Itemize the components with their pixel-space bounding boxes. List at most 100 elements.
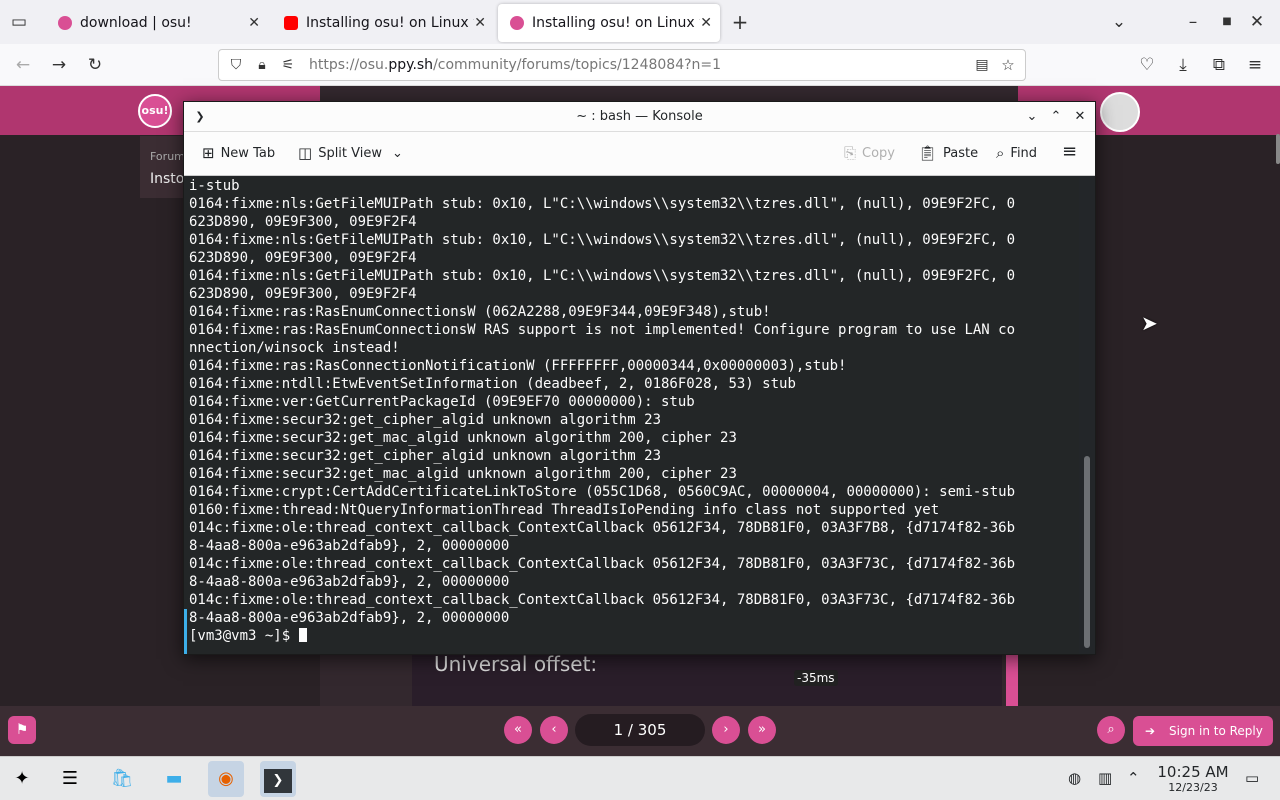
forward-arrow-icon[interactable]: → bbox=[46, 52, 72, 78]
download-icon[interactable]: ⤓ bbox=[1170, 52, 1196, 78]
paste-icon: 📋︎ bbox=[918, 144, 938, 162]
paste-button[interactable]: 📋︎ Paste bbox=[918, 144, 978, 162]
breadcrumb[interactable]: Forum bbox=[150, 150, 185, 163]
osu-favicon-icon bbox=[510, 16, 524, 30]
url-bar[interactable]: ⛉ 🔒︎ ⚟ https://osu.ppy.sh/community/foru… bbox=[218, 49, 1026, 81]
post-decoration bbox=[1006, 652, 1018, 708]
tab-download-osu[interactable]: download | osu! ✕ bbox=[46, 4, 268, 42]
clock-date: 12/23/23 bbox=[1168, 781, 1218, 794]
terminal-output[interactable]: i-stub 0164:fixme:nls:GetFileMUIPath stu… bbox=[184, 177, 1079, 654]
offset-label: Universal offset: bbox=[434, 652, 598, 676]
close-icon[interactable]: ✕ bbox=[1070, 107, 1090, 127]
bookmark-star-icon[interactable]: ☆ bbox=[995, 52, 1021, 78]
clipboard-icon[interactable]: ▥ bbox=[1098, 769, 1112, 787]
firefox-icon[interactable]: ◉ bbox=[208, 761, 244, 797]
reader-view-icon[interactable]: ▤ bbox=[969, 52, 995, 78]
tab-youtube[interactable]: Installing osu! on Linux w ✕ bbox=[272, 4, 494, 42]
prev-page-button[interactable]: ‹ bbox=[540, 716, 568, 744]
search-icon[interactable]: ⌕ bbox=[1097, 716, 1125, 744]
total-pages: 305 bbox=[637, 721, 667, 739]
url-text: https://osu.ppy.sh/community/forums/topi… bbox=[309, 57, 722, 73]
close-window-icon[interactable]: ✕ bbox=[1244, 9, 1270, 35]
page-scrollbar[interactable] bbox=[1276, 134, 1280, 164]
chevron-down-icon: ⌄ bbox=[392, 145, 403, 161]
terminal-cursor bbox=[298, 628, 307, 642]
sign-in-icon: ➔ bbox=[1145, 724, 1156, 738]
find-button[interactable]: ⌕ Find bbox=[996, 144, 1037, 162]
terminal-icon: ❯ bbox=[264, 769, 292, 793]
last-page-button[interactable]: » bbox=[748, 716, 776, 744]
application-launcher-icon[interactable]: ✦ bbox=[4, 761, 40, 797]
selection-marker bbox=[184, 645, 187, 654]
copy-label: Copy bbox=[862, 145, 895, 161]
tab-active-osu-forum[interactable]: Installing osu! on Linux w ✕ bbox=[498, 4, 720, 42]
taskbar: ✦ ☰ 🛍︎ ▬ ◉ ❯ ◍ ▥ ⌃ 10:25 AM 12/23/23 ▭ bbox=[0, 756, 1280, 800]
maximize-icon[interactable]: ■ bbox=[1214, 9, 1240, 35]
sign-in-to-reply-button[interactable]: ➔ Sign in to Reply bbox=[1133, 716, 1273, 746]
split-view-icon: ◫ bbox=[298, 144, 313, 162]
tab-list-chevron-icon[interactable]: ⌄ bbox=[1106, 9, 1132, 35]
avatar[interactable] bbox=[1100, 92, 1140, 132]
find-label: Find bbox=[1010, 145, 1038, 161]
minimize-icon[interactable]: ⌄ bbox=[1022, 107, 1042, 127]
paste-label: Paste bbox=[943, 145, 979, 161]
browser-tab-strip: ▭ download | osu! ✕ Installing osu! on L… bbox=[0, 0, 1280, 44]
pocket-icon[interactable]: ♡ bbox=[1134, 52, 1160, 78]
extensions-icon[interactable]: ⧉ bbox=[1206, 52, 1232, 78]
copy-button[interactable]: ⎘ Copy bbox=[844, 144, 895, 162]
window-title: ~ : bash — Konsole bbox=[576, 109, 703, 124]
terminal-text: i-stub 0164:fixme:nls:GetFileMUIPath stu… bbox=[189, 178, 1016, 644]
show-desktop-icon[interactable]: ▭ bbox=[1245, 769, 1259, 787]
clock-time: 10:25 AM bbox=[1157, 763, 1229, 781]
lock-icon[interactable]: 🔒︎ bbox=[249, 52, 275, 78]
new-tab-label: New Tab bbox=[220, 145, 276, 161]
topic-title: Insto bbox=[150, 171, 185, 187]
file-manager-icon[interactable]: ▬ bbox=[156, 761, 192, 797]
reply-label: Sign in to Reply bbox=[1169, 724, 1263, 738]
copy-icon: ⎘ bbox=[844, 144, 857, 162]
search-icon: ⌕ bbox=[996, 144, 1005, 162]
back-arrow-icon[interactable]: ← bbox=[10, 52, 36, 78]
split-view-label: Split View bbox=[318, 145, 382, 161]
system-settings-icon[interactable]: ☰ bbox=[52, 761, 88, 797]
close-icon[interactable]: ✕ bbox=[474, 15, 486, 31]
page-number-input[interactable]: 1 / 305 bbox=[575, 714, 705, 746]
tab-title: download | osu! bbox=[80, 15, 192, 31]
bookmark-button[interactable]: ⚑ bbox=[8, 716, 36, 744]
reload-icon[interactable]: ↻ bbox=[82, 52, 108, 78]
forum-pager-bar: ⚑ « ‹ 1 / 305 › » ⌕ ➔ Sign in to Reply bbox=[0, 706, 1280, 756]
tab-overview-icon[interactable]: ▭ bbox=[6, 9, 32, 35]
next-page-button[interactable]: › bbox=[712, 716, 740, 744]
close-icon[interactable]: ✕ bbox=[700, 15, 712, 31]
clock[interactable]: 10:25 AM 12/23/23 bbox=[1148, 763, 1238, 794]
hamburger-menu-icon[interactable]: ≡ bbox=[1062, 141, 1077, 162]
konsole-window[interactable]: ❯ ~ : bash — Konsole ⌄ ⌃ ✕ ⊞ New Tab ◫ Spl… bbox=[183, 101, 1096, 655]
mouse-pointer-icon: ➤ bbox=[1141, 311, 1158, 335]
tab-title: Installing osu! on Linux w bbox=[306, 15, 474, 31]
menu-hamburger-icon[interactable]: ≡ bbox=[1242, 52, 1268, 78]
post-screenshot-image: Universal offset: -35ms bbox=[412, 652, 1002, 712]
konsole-titlebar[interactable]: ❯ ~ : bash — Konsole ⌄ ⌃ ✕ bbox=[184, 102, 1095, 132]
osu-logo[interactable]: osu! bbox=[138, 94, 172, 128]
browser-navbar: ← → ↻ ⛉ 🔒︎ ⚟ https://osu.ppy.sh/communit… bbox=[0, 44, 1280, 86]
current-page: 1 bbox=[613, 721, 624, 739]
network-icon[interactable]: ◍ bbox=[1068, 769, 1081, 787]
discover-store-icon[interactable]: 🛍︎ bbox=[104, 761, 140, 797]
split-view-button[interactable]: ◫ Split View ⌄ bbox=[298, 144, 403, 162]
youtube-favicon-icon bbox=[284, 16, 298, 30]
konsole-taskbar-icon[interactable]: ❯ bbox=[260, 761, 296, 797]
maximize-icon[interactable]: ⌃ bbox=[1046, 107, 1066, 127]
minimize-icon[interactable]: – bbox=[1180, 9, 1206, 35]
osu-favicon-icon bbox=[58, 16, 72, 30]
scrollbar-thumb[interactable] bbox=[1084, 456, 1090, 648]
chevron-up-icon[interactable]: ⌃ bbox=[1127, 769, 1140, 787]
new-tab-button[interactable]: + bbox=[727, 9, 753, 35]
terminal-scrollbar[interactable] bbox=[1081, 178, 1093, 654]
konsole-toolbar: ⊞ New Tab ◫ Split View ⌄ ⎘ Copy 📋︎ Paste ⌕ Fin… bbox=[184, 132, 1095, 176]
shield-icon[interactable]: ⛉ bbox=[223, 52, 249, 78]
permissions-icon[interactable]: ⚟ bbox=[275, 52, 301, 78]
tab-title: Installing osu! on Linux w bbox=[532, 15, 700, 31]
close-icon[interactable]: ✕ bbox=[248, 15, 260, 31]
first-page-button[interactable]: « bbox=[504, 716, 532, 744]
new-tab-button[interactable]: ⊞ New Tab bbox=[202, 144, 275, 162]
